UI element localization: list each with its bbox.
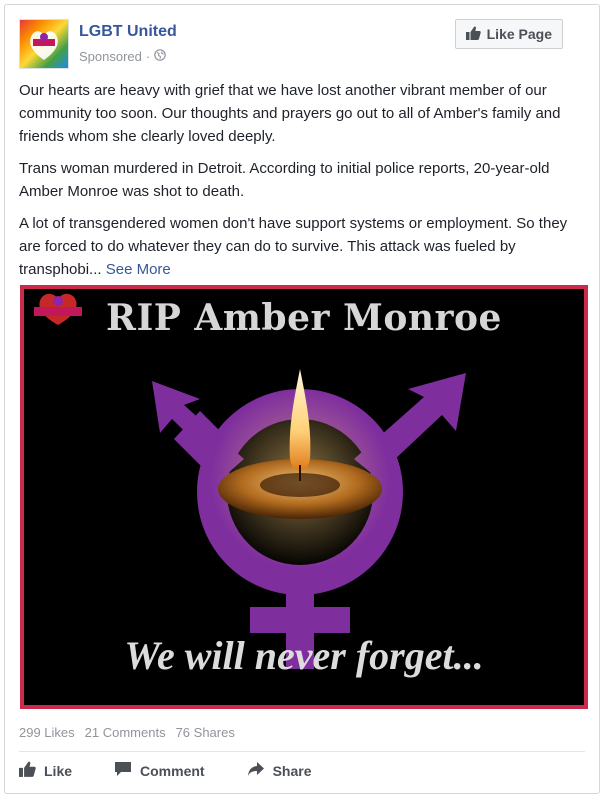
share-button[interactable]: Share bbox=[247, 761, 312, 780]
sponsored-label[interactable]: Sponsored bbox=[79, 49, 142, 64]
page-name-link[interactable]: LGBT United bbox=[79, 23, 177, 41]
post-image[interactable]: RIP Amber Monroe We will never forget... bbox=[20, 285, 588, 709]
post-paragraph-3-text: A lot of transgendered women don't have … bbox=[19, 215, 568, 278]
candle-flame bbox=[289, 369, 311, 471]
sponsored-separator: · bbox=[145, 49, 151, 64]
action-divider bbox=[19, 751, 585, 752]
post-paragraph-3: A lot of transgendered women don't have … bbox=[19, 212, 585, 281]
memorial-title: RIP Amber Monroe bbox=[106, 297, 502, 339]
like-page-button[interactable]: Like Page bbox=[454, 19, 563, 49]
memorial-graphic: RIP Amber Monroe We will never forget... bbox=[24, 289, 584, 705]
thumbs-up-icon bbox=[19, 761, 36, 780]
sponsored-post-card: LGBT United Sponsored · Like Page Our he… bbox=[4, 4, 600, 794]
shares-count[interactable]: 76 Shares bbox=[176, 725, 235, 740]
share-button-label: Share bbox=[272, 762, 312, 779]
see-more-link[interactable]: See More bbox=[106, 261, 171, 278]
thumbs-up-icon bbox=[465, 25, 481, 43]
page-avatar[interactable] bbox=[19, 19, 69, 69]
post-paragraph-1: Our hearts are heavy with grief that we … bbox=[19, 82, 561, 145]
sponsored-line: Sponsored · bbox=[79, 49, 167, 64]
like-button[interactable]: Like bbox=[19, 761, 72, 780]
post-paragraph-2: Trans woman murdered in Detroit. Accordi… bbox=[19, 160, 550, 200]
like-button-label: Like bbox=[44, 762, 73, 779]
likes-count[interactable]: 299 Likes bbox=[19, 725, 75, 740]
post-body-text: Our hearts are heavy with grief that we … bbox=[19, 79, 585, 290]
post-actions-bar: Like Comment Share bbox=[19, 761, 354, 780]
share-arrow-icon bbox=[247, 761, 265, 780]
like-page-label: Like Page bbox=[486, 26, 552, 42]
comments-count[interactable]: 21 Comments bbox=[85, 725, 166, 740]
memorial-caption: We will never forget... bbox=[124, 633, 484, 678]
engagement-stats: 299 Likes 21 Comments 76 Shares bbox=[19, 725, 235, 740]
comment-button-label: Comment bbox=[140, 762, 205, 779]
comment-button[interactable]: Comment bbox=[114, 761, 205, 780]
globe-icon bbox=[154, 49, 167, 64]
comment-icon bbox=[114, 761, 132, 780]
lgbt-united-logo bbox=[20, 20, 68, 68]
